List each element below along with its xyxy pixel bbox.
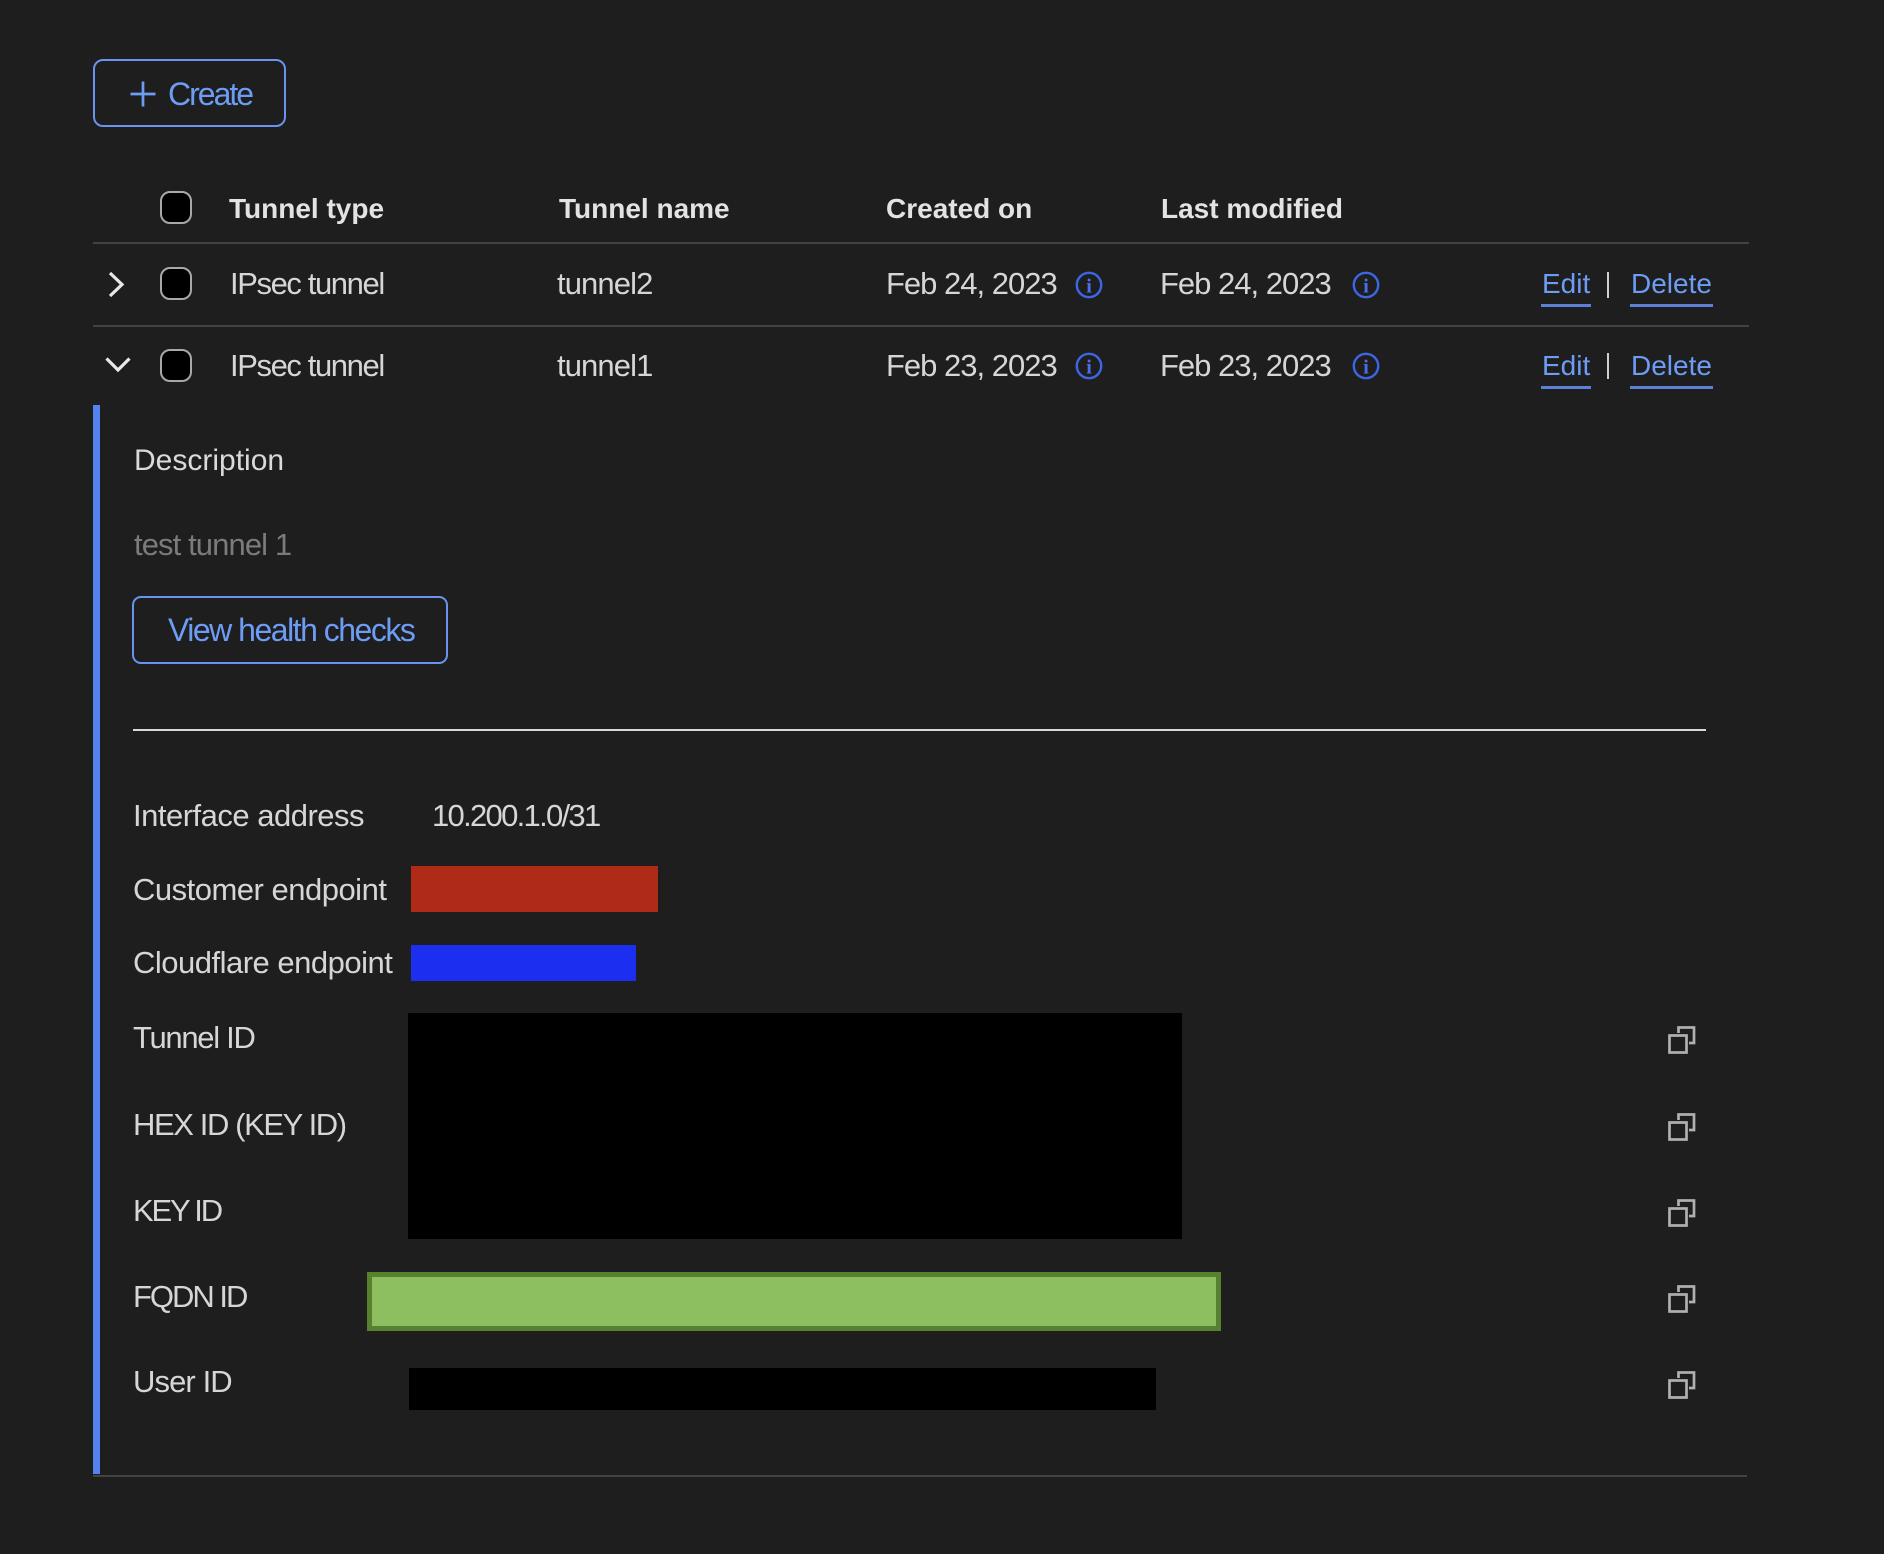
svg-text:i: i <box>1086 357 1092 379</box>
svg-text:i: i <box>1363 357 1369 379</box>
svg-text:i: i <box>1363 276 1369 298</box>
svg-text:i: i <box>1086 276 1092 298</box>
